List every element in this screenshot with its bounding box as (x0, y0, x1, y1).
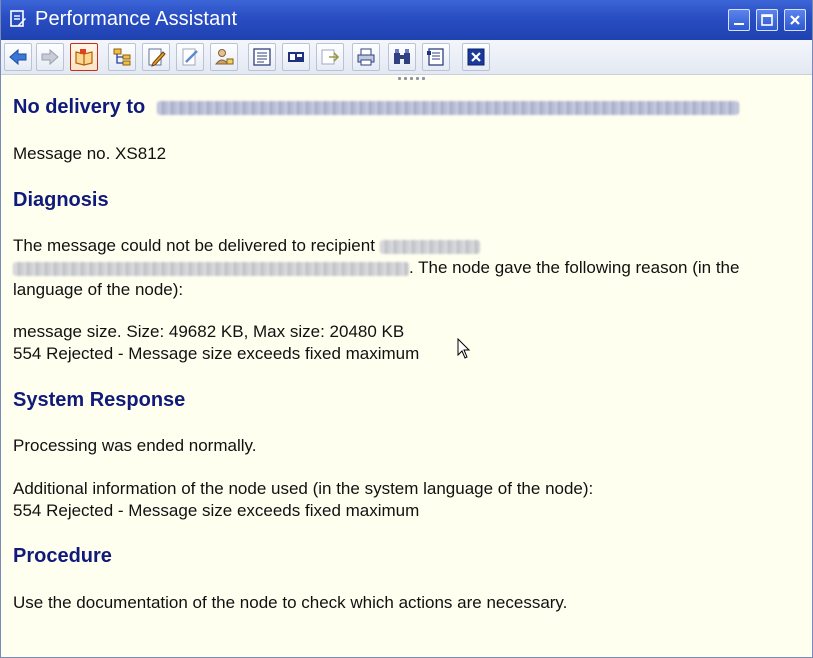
additional-info-1: Additional information of the node used … (13, 479, 594, 498)
redacted-email (156, 100, 739, 115)
redacted-recipient-1 (379, 239, 480, 254)
arrow-left-icon (9, 48, 27, 66)
link-icon (182, 48, 198, 66)
settings-button[interactable] (422, 43, 450, 71)
maximize-button[interactable] (756, 9, 778, 31)
additional-info-2: 554 Rejected - Message size exceeds fixe… (13, 501, 420, 520)
diagnosis-text-1: The message could not be delivered to re… (13, 236, 375, 255)
reason-line-1: message size. Size: 49682 KB, Max size: … (13, 322, 405, 341)
mouse-cursor-icon (457, 338, 471, 359)
procedure-heading: Procedure (13, 545, 112, 567)
pencil-icon (148, 48, 166, 67)
table-button[interactable] (282, 43, 310, 71)
reason-block: message size. Size: 49682 KB, Max size: … (13, 321, 419, 365)
additional-info-block: Additional information of the node used … (13, 478, 593, 522)
print-button[interactable] (352, 43, 380, 71)
reason-line-2: 554 Rejected - Message size exceeds fixe… (13, 344, 420, 363)
toolbar (1, 40, 812, 75)
user-button[interactable] (210, 43, 238, 71)
diagnosis-text: The message could not be delivered to re… (13, 235, 803, 301)
back-button[interactable] (4, 43, 32, 71)
redacted-recipient-2 (13, 261, 409, 276)
technical-info-button[interactable] (70, 43, 98, 71)
printer-icon (357, 48, 375, 66)
edit-button[interactable] (142, 43, 170, 71)
export-button[interactable] (316, 43, 344, 71)
text-page-icon (253, 48, 271, 66)
window-title: Performance Assistant (35, 8, 238, 30)
toolbar-resize-grip[interactable] (398, 76, 428, 81)
diagnosis-heading: Diagnosis (13, 189, 109, 211)
book-open-icon (75, 49, 93, 66)
export-icon (321, 49, 340, 65)
hierarchy-icon (113, 48, 131, 66)
find-button[interactable] (388, 43, 416, 71)
diagnosis-text-3: language of the node): (13, 280, 184, 299)
binoculars-icon (394, 49, 410, 64)
user-icon (214, 49, 234, 65)
performance-assistant-window: Performance Assistant No delivery to Mes… (0, 0, 813, 658)
system-response-heading: System Response (13, 389, 186, 411)
message-heading: No delivery to (13, 96, 739, 119)
table-icon (288, 52, 304, 62)
settings-page-icon (427, 48, 444, 66)
structure-button[interactable] (108, 43, 136, 71)
diagnosis-text-2: . The node gave the following reason (in… (409, 258, 740, 277)
link-button[interactable] (176, 43, 204, 71)
minimize-button[interactable] (728, 9, 750, 31)
close-icon (790, 15, 800, 25)
title-bar[interactable]: Performance Assistant (1, 0, 812, 40)
close-x-icon (467, 48, 485, 66)
close-button[interactable] (462, 43, 490, 71)
arrow-right-icon (41, 48, 59, 66)
close-window-button[interactable] (784, 9, 806, 31)
procedure-text: Use the documentation of the node to che… (13, 593, 568, 612)
text-button[interactable] (248, 43, 276, 71)
message-number: Message no. XS812 (13, 144, 167, 163)
maximize-icon (761, 14, 773, 26)
document-edit-icon (10, 10, 26, 27)
system-response-text: Processing was ended normally. (13, 436, 257, 455)
forward-button[interactable] (36, 43, 64, 71)
minimize-icon (734, 23, 744, 25)
heading-prefix: No delivery to (13, 96, 146, 118)
